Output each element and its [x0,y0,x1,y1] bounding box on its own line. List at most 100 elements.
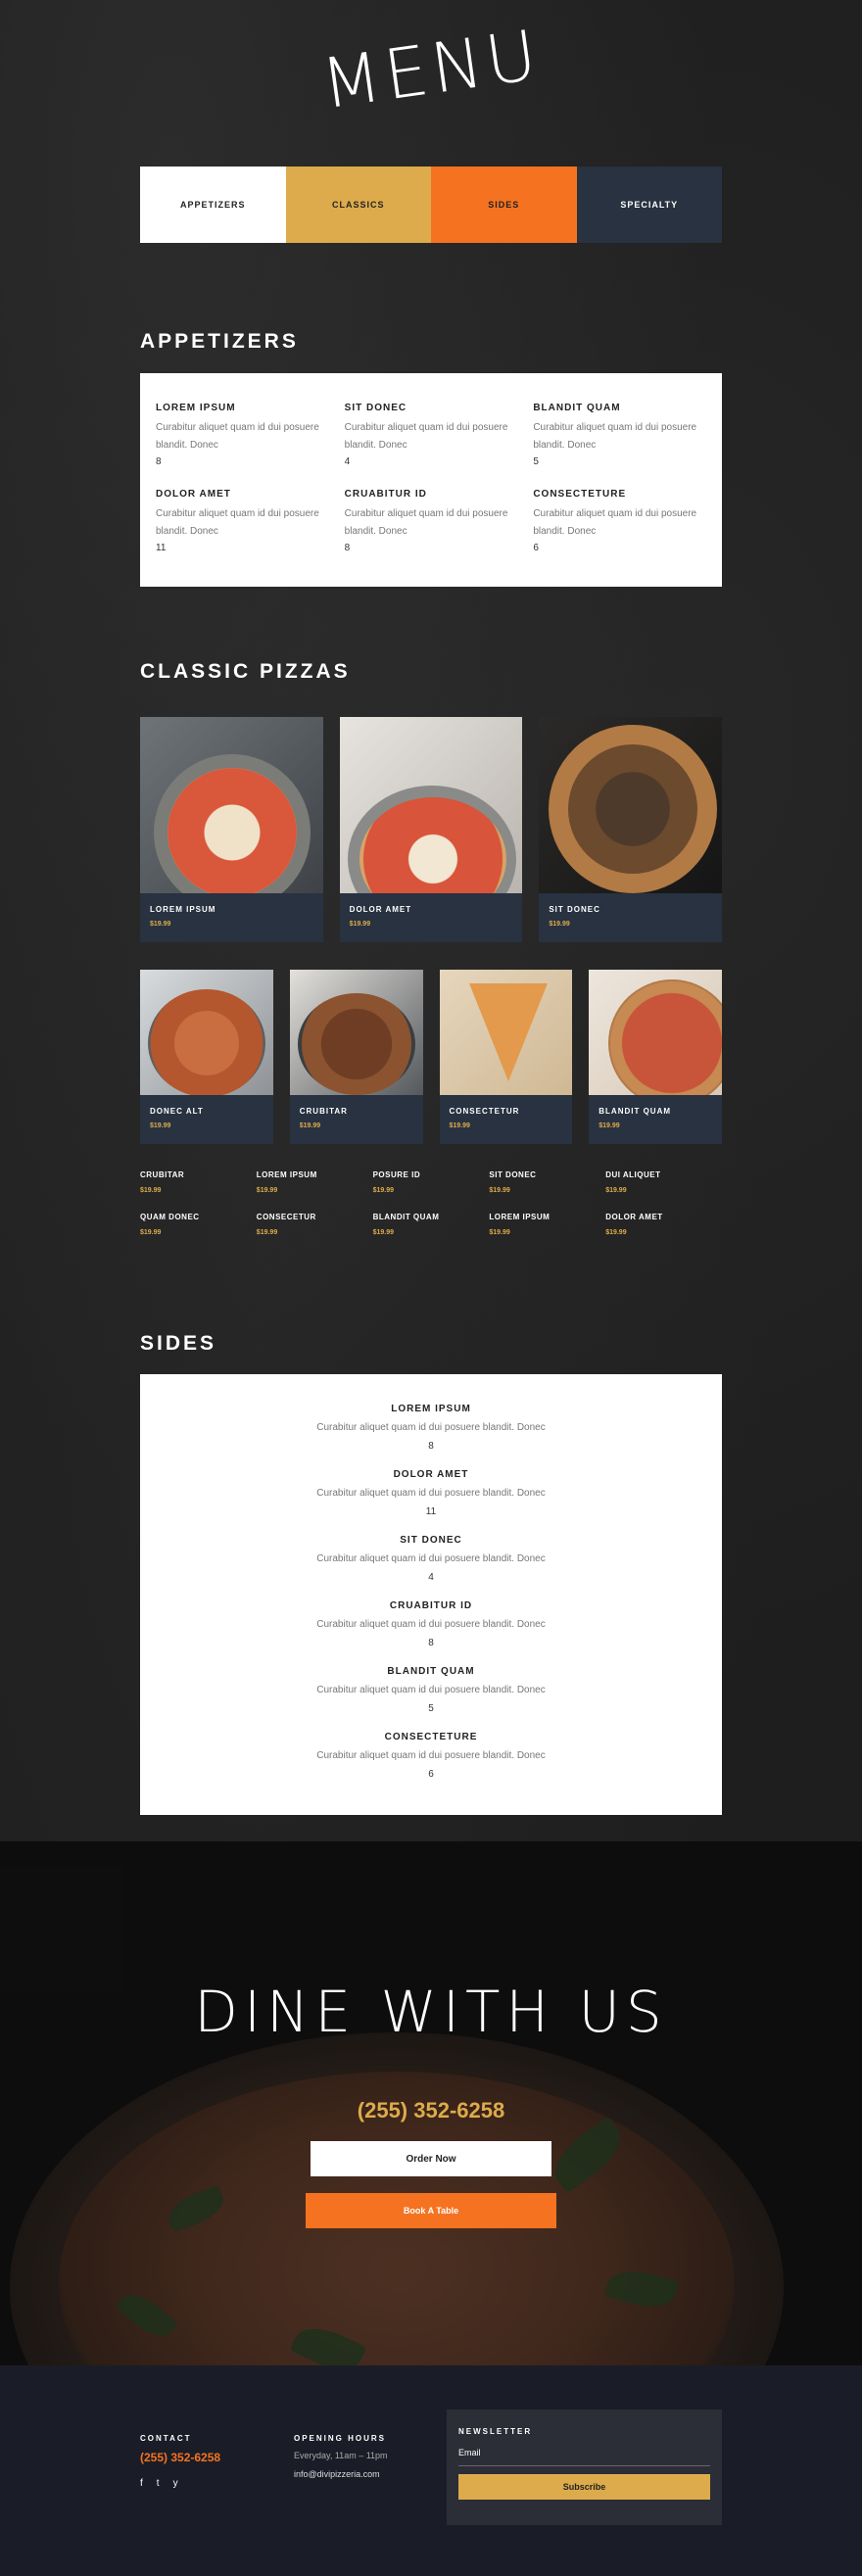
dine-phone[interactable]: (255) 352-6258 [0,2098,862,2123]
pizza-row-2: DONEC ALT $19.99 CRUBITAR $19.99 CONSECT… [140,970,722,1144]
subscribe-button[interactable]: Subscribe [458,2474,710,2500]
tab-classics[interactable]: CLASSICS [285,167,431,243]
price-list-price: $19.99 [140,1229,162,1236]
newsletter-heading: NEWSLETTER [458,2427,533,2436]
price-list-price: $19.99 [372,1229,395,1236]
side-price: 11 [425,1506,437,1517]
footer: CONTACT (255) 352-6258 f t y OPENING HOU… [0,2365,862,2576]
order-now-button[interactable]: Order Now [311,2141,551,2176]
contact-heading: CONTACT [140,2434,192,2443]
price-list-item: QUAM DONEC $19.99 [140,1213,257,1236]
appetizer-item: DOLOR AMET Curabitur aliquet quam id dui… [156,489,329,553]
pizza-name: CRUBITAR [299,1107,348,1116]
footer-email[interactable]: info@divipizzeria.com [294,2469,388,2479]
item-name: LOREM IPSUM [156,403,236,413]
pizza-name: CONSECTETUR [449,1107,520,1116]
side-name: SIT DONEC [400,1535,462,1546]
tab-appetizers[interactable]: APPETIZERS [140,167,286,243]
dine-title: DINE WITH US [194,1979,668,2045]
side-desc: Curabitur aliquet quam id dui posuere bl… [316,1488,546,1499]
item-desc: Curabitur aliquet quam id dui posuere bl… [344,422,508,451]
pizza-card[interactable]: SIT DONEC $19.99 [539,717,723,942]
price-list-price: $19.99 [256,1187,278,1194]
side-desc: Curabitur aliquet quam id dui posuere bl… [316,1422,546,1433]
pizza-card[interactable]: DOLOR AMET $19.99 [339,717,523,942]
newsletter-email-input[interactable]: Email [458,2448,710,2466]
pizza-price-list: CRUBITAR $19.99 LOREM IPSUM $19.99 POSURE … [140,1170,722,1236]
price-list-item: SIT DONEC $19.99 [489,1170,605,1194]
tab-sides[interactable]: SIDES [431,167,577,243]
price-list-item: LOREM IPSUM $19.99 [257,1170,373,1194]
tab-specialty[interactable]: SPECIALTY [576,167,722,243]
side-item: LOREM IPSUM Curabitur aliquet quam id du… [140,1404,722,1469]
side-desc: Curabitur aliquet quam id dui posuere bl… [316,1750,546,1761]
dine-section: DINE WITH US (255) 352-6258 Order Now Bo… [0,1841,862,2365]
appetizer-item: SIT DONEC Curabitur aliquet quam id dui … [345,403,518,467]
price-list-item: DUI ALIQUET $19.99 [605,1170,722,1194]
appetizer-item: CONSECTETURE Curabitur aliquet quam id d… [533,489,706,553]
newsletter-box: NEWSLETTER Email Subscribe [447,2409,722,2525]
contact-phone[interactable]: (255) 352-6258 [140,2451,220,2464]
item-name: DOLOR AMET [156,489,231,500]
pizza-name: LOREM IPSUM [150,905,216,914]
book-table-button[interactable]: Book A Table [306,2193,556,2228]
item-desc: Curabitur aliquet quam id dui posuere bl… [156,422,319,451]
pizza-image [539,717,723,893]
item-price: 5 [533,456,539,467]
pizza-price: $19.99 [449,1122,470,1129]
pizza-name: SIT DONEC [549,905,600,914]
price-list-name: CRUBITAR [140,1170,185,1179]
pizza-price: $19.99 [150,921,171,928]
side-price: 5 [428,1703,434,1714]
side-name: BLANDIT QUAM [387,1666,475,1677]
sides-card: LOREM IPSUM Curabitur aliquet quam id du… [140,1374,722,1815]
price-list-item: CONSECETUR $19.99 [257,1213,373,1236]
pizza-name: BLANDIT QUAM [599,1107,672,1116]
facebook-icon[interactable]: f [140,2478,143,2489]
price-list-price: $19.99 [256,1229,278,1236]
price-list-name: LOREM IPSUM [489,1213,551,1221]
side-price: 6 [428,1769,434,1780]
price-list-name: POSURE ID [372,1170,421,1179]
pizza-image [339,717,523,893]
side-item: CRUABITUR ID Curabitur aliquet quam id d… [140,1600,722,1666]
side-name: LOREM IPSUM [391,1404,471,1414]
side-item: BLANDIT QUAM Curabitur aliquet quam id d… [140,1666,722,1732]
hours-heading: OPENING HOURS [294,2434,387,2443]
pizza-image [140,970,273,1095]
side-name: CRUABITUR ID [389,1600,473,1611]
side-desc: Curabitur aliquet quam id dui posuere bl… [316,1619,546,1630]
item-desc: Curabitur aliquet quam id dui posuere bl… [156,508,319,537]
classic-pizzas-heading: CLASSIC PIZZAS [140,660,351,683]
pizza-card[interactable]: CONSECTETUR $19.99 [439,970,573,1144]
sides-heading: SIDES [140,1332,217,1355]
side-name: CONSECTETURE [384,1732,478,1742]
price-list-price: $19.99 [489,1187,510,1194]
pizza-price: $19.99 [150,1122,171,1129]
pizza-price: $19.99 [549,921,570,928]
twitter-icon[interactable]: t [157,2478,160,2489]
pizza-card[interactable]: DONEC ALT $19.99 [140,970,273,1144]
price-list-name: CONSECETUR [256,1213,316,1221]
price-list-price: $19.99 [605,1229,627,1236]
pizza-price: $19.99 [349,921,371,928]
appetizer-item: BLANDIT QUAM Curabitur aliquet quam id d… [533,403,706,467]
appetizer-item: CRUABITUR ID Curabitur aliquet quam id d… [345,489,518,553]
side-item: CONSECTETURE Curabitur aliquet quam id d… [140,1732,722,1797]
appetizer-item: LOREM IPSUM Curabitur aliquet quam id du… [156,403,329,467]
item-price: 6 [533,543,539,553]
price-list-name: BLANDIT QUAM [372,1213,440,1221]
pizza-card[interactable]: CRUBITAR $19.99 [289,970,423,1144]
pizza-image [140,717,323,893]
pizza-card[interactable]: BLANDIT QUAM $19.99 [589,970,722,1144]
price-list-price: $19.99 [140,1187,162,1194]
menu-tabs: APPETIZERS CLASSICS SIDES SPECIALTY [140,167,722,243]
price-list-name: DUI ALIQUET [605,1170,661,1179]
item-price: 8 [156,456,162,467]
side-price: 8 [428,1638,434,1648]
item-price: 11 [156,543,167,553]
pizza-card[interactable]: LOREM IPSUM $19.99 [140,717,323,942]
item-desc: Curabitur aliquet quam id dui posuere bl… [533,422,697,451]
youtube-icon[interactable]: y [173,2478,178,2489]
side-item: DOLOR AMET Curabitur aliquet quam id dui… [140,1469,722,1535]
